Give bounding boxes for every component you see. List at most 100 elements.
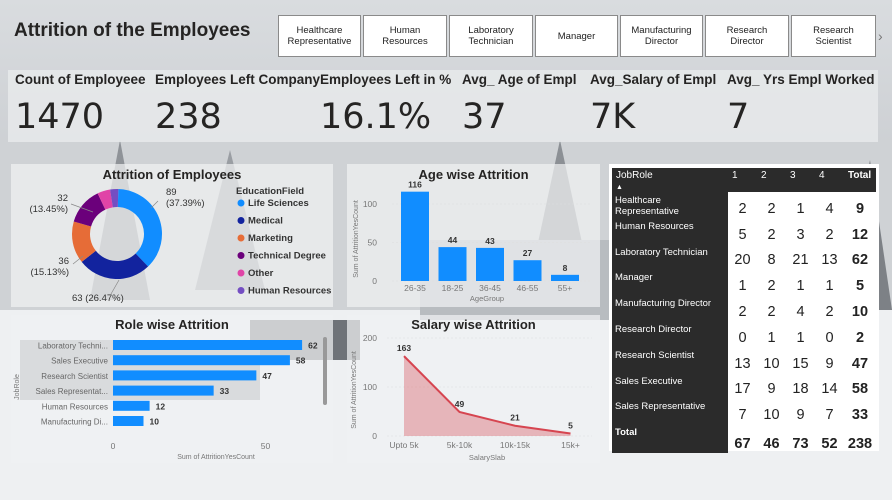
- matrix-header-col[interactable]: 4: [815, 168, 844, 192]
- donut-data-label: 36: [58, 256, 69, 267]
- matrix-cell: 2: [825, 226, 834, 243]
- role-bar-5: [113, 400, 150, 411]
- x-axis-title: SalarySlab: [469, 453, 505, 462]
- matrix-row: Laboratory Technician 20 8 21 13 62: [612, 243, 876, 270]
- bar-data-label: 8: [563, 263, 568, 273]
- matrix-cell: 8: [767, 252, 776, 269]
- matrix-row-label: Total: [612, 424, 728, 454]
- matrix-cell: 67: [734, 436, 751, 453]
- matrix-cell: 2: [738, 200, 747, 217]
- role-bar-3: [113, 370, 257, 381]
- y-axis-title: JobRole: [14, 374, 21, 400]
- matrix-cell: 10: [763, 355, 780, 372]
- bar-data-label: 44: [448, 235, 458, 245]
- matrix-cell: 15: [792, 355, 809, 372]
- slicer-button-6[interactable]: Research Director: [705, 15, 789, 57]
- donut-data-label: (37.39%): [166, 198, 205, 209]
- kpi-card-5: Avg_Salary of Empl 7K: [590, 72, 750, 137]
- matrix-header-col[interactable]: 3: [786, 168, 815, 192]
- matrix-row-total: 5: [855, 278, 865, 295]
- y-tick-label: Human Resources: [42, 402, 108, 411]
- bar-data-label: 27: [523, 248, 533, 258]
- matrix-cell: 9: [825, 355, 834, 372]
- role-chart-panel: Role wise Attrition 0 50 62 Laboratory Tech…: [11, 315, 333, 463]
- slicer-button-1[interactable]: Healthcare Representative: [278, 15, 361, 57]
- donut-data-label: 63 (26.47%): [72, 293, 124, 304]
- role-bar-1: [113, 340, 303, 350]
- x-axis-title: AgeGroup: [470, 294, 504, 303]
- bar-data-label: 116: [408, 180, 422, 190]
- y-tick-label: Research Scientist: [41, 372, 108, 381]
- matrix-cell: 4: [825, 200, 834, 217]
- scrollbar[interactable]: [323, 337, 327, 405]
- bar-data-label: 12: [156, 401, 166, 411]
- matrix-row-total: 33: [851, 407, 869, 424]
- donut-data-label: 89: [166, 187, 177, 198]
- matrix-cell: 2: [767, 226, 776, 243]
- legend-entry: Other: [248, 268, 274, 279]
- matrix-header-jobrole[interactable]: JobRole ▲: [612, 168, 728, 192]
- matrix-row: Sales Representative 7 10 9 7 33: [612, 398, 876, 425]
- kpi-card-6: Avg_ Yrs Empl Worked 7: [727, 72, 887, 137]
- slicer-button-4[interactable]: Manager: [535, 15, 618, 57]
- matrix-row-label: Healthcare Representative: [612, 192, 728, 218]
- legend-marker: [237, 287, 245, 294]
- matrix-row-label: Manager: [612, 269, 728, 296]
- x-tick-label: 0: [111, 441, 116, 451]
- x-tick-label: 5k-10k: [447, 440, 473, 450]
- legend-marker: [237, 217, 245, 224]
- salary-area: [404, 356, 571, 436]
- matrix-table: JobRole ▲ 1 2 3 4 Total Healthcare Representati…: [612, 168, 876, 454]
- matrix-cell: 0: [825, 329, 834, 346]
- jobrole-matrix: JobRole ▲ 1 2 3 4 Total Healthcare Representati…: [609, 164, 879, 454]
- matrix-cell: 5: [738, 226, 747, 243]
- legend-entry: Medical: [248, 216, 283, 227]
- matrix-row: Sales Executive 17 9 18 14 58: [612, 372, 876, 399]
- matrix-header-col[interactable]: Total: [844, 168, 876, 192]
- matrix-cell: 2: [767, 303, 776, 320]
- y-tick-label: Laboratory Techni...: [38, 342, 108, 351]
- x-axis-title: Sum of AttritionYesCount: [177, 454, 255, 461]
- matrix-cell: 2: [767, 278, 776, 295]
- slicer-button-5[interactable]: Manufacturing Director: [620, 15, 703, 57]
- kpi-label: Avg_ Yrs Empl Worked: [727, 72, 875, 87]
- matrix-cell: 9: [796, 407, 805, 424]
- matrix-cell: 14: [821, 381, 838, 398]
- matrix-row-total: 238: [847, 436, 873, 453]
- matrix-row-label: Research Scientist: [612, 346, 728, 373]
- kpi-label: Count of Employeee: [15, 72, 146, 87]
- matrix-cell: 1: [796, 200, 805, 217]
- slicer-button-2[interactable]: Human Resources: [363, 15, 447, 57]
- kpi-value: 16.1%: [320, 97, 432, 137]
- salary-area-chart: 0 100 200 163 Upto 5k 49 5k-10k 21 10k-15k 5 15k+ S…: [351, 333, 592, 462]
- matrix-cell: 13: [734, 355, 751, 372]
- matrix-cell: 1: [796, 329, 805, 346]
- matrix-cell: 9: [767, 381, 776, 398]
- slicer-button-3[interactable]: Laboratory Technician: [449, 15, 533, 57]
- age-bar-46-55: [513, 260, 542, 281]
- matrix-header-col[interactable]: 1: [728, 168, 757, 192]
- bar-data-label: 10: [150, 417, 160, 427]
- matrix-cell: 0: [738, 329, 747, 346]
- chevron-right-icon[interactable]: ›: [878, 28, 883, 44]
- donut-slice-1: [117, 189, 162, 267]
- x-tick-label: Upto 5k: [389, 440, 419, 450]
- matrix-row-label: Research Director: [612, 320, 728, 347]
- y-tick-label: 100: [363, 199, 377, 209]
- area-data-label: 5: [568, 421, 573, 431]
- matrix-header-col[interactable]: 2: [757, 168, 786, 192]
- matrix-cell: 20: [734, 252, 751, 269]
- education-donut-panel: Attrition of Employees 89 (37.39%) 63 (26.…: [11, 164, 333, 307]
- age-bar-26-35: [401, 191, 429, 281]
- legend-entry: Life Sciences: [248, 198, 309, 209]
- role-bar-4: [113, 385, 214, 396]
- kpi-value: 7: [727, 97, 750, 137]
- role-bar-chart: 0 50 62 Laboratory Techni... 58 Sales Executi…: [14, 337, 327, 461]
- matrix-row-label: Sales Representative: [612, 398, 728, 425]
- bar-data-label: 33: [220, 386, 230, 396]
- matrix-row-total: 47: [851, 355, 869, 372]
- slicer-button-7[interactable]: Research Scientist: [791, 15, 876, 57]
- matrix-row: Healthcare Representative 2 2 1 4 9: [612, 192, 876, 218]
- matrix-row: Human Resources 5 2 3 2 12: [612, 217, 876, 244]
- matrix-cell: 4: [796, 303, 805, 320]
